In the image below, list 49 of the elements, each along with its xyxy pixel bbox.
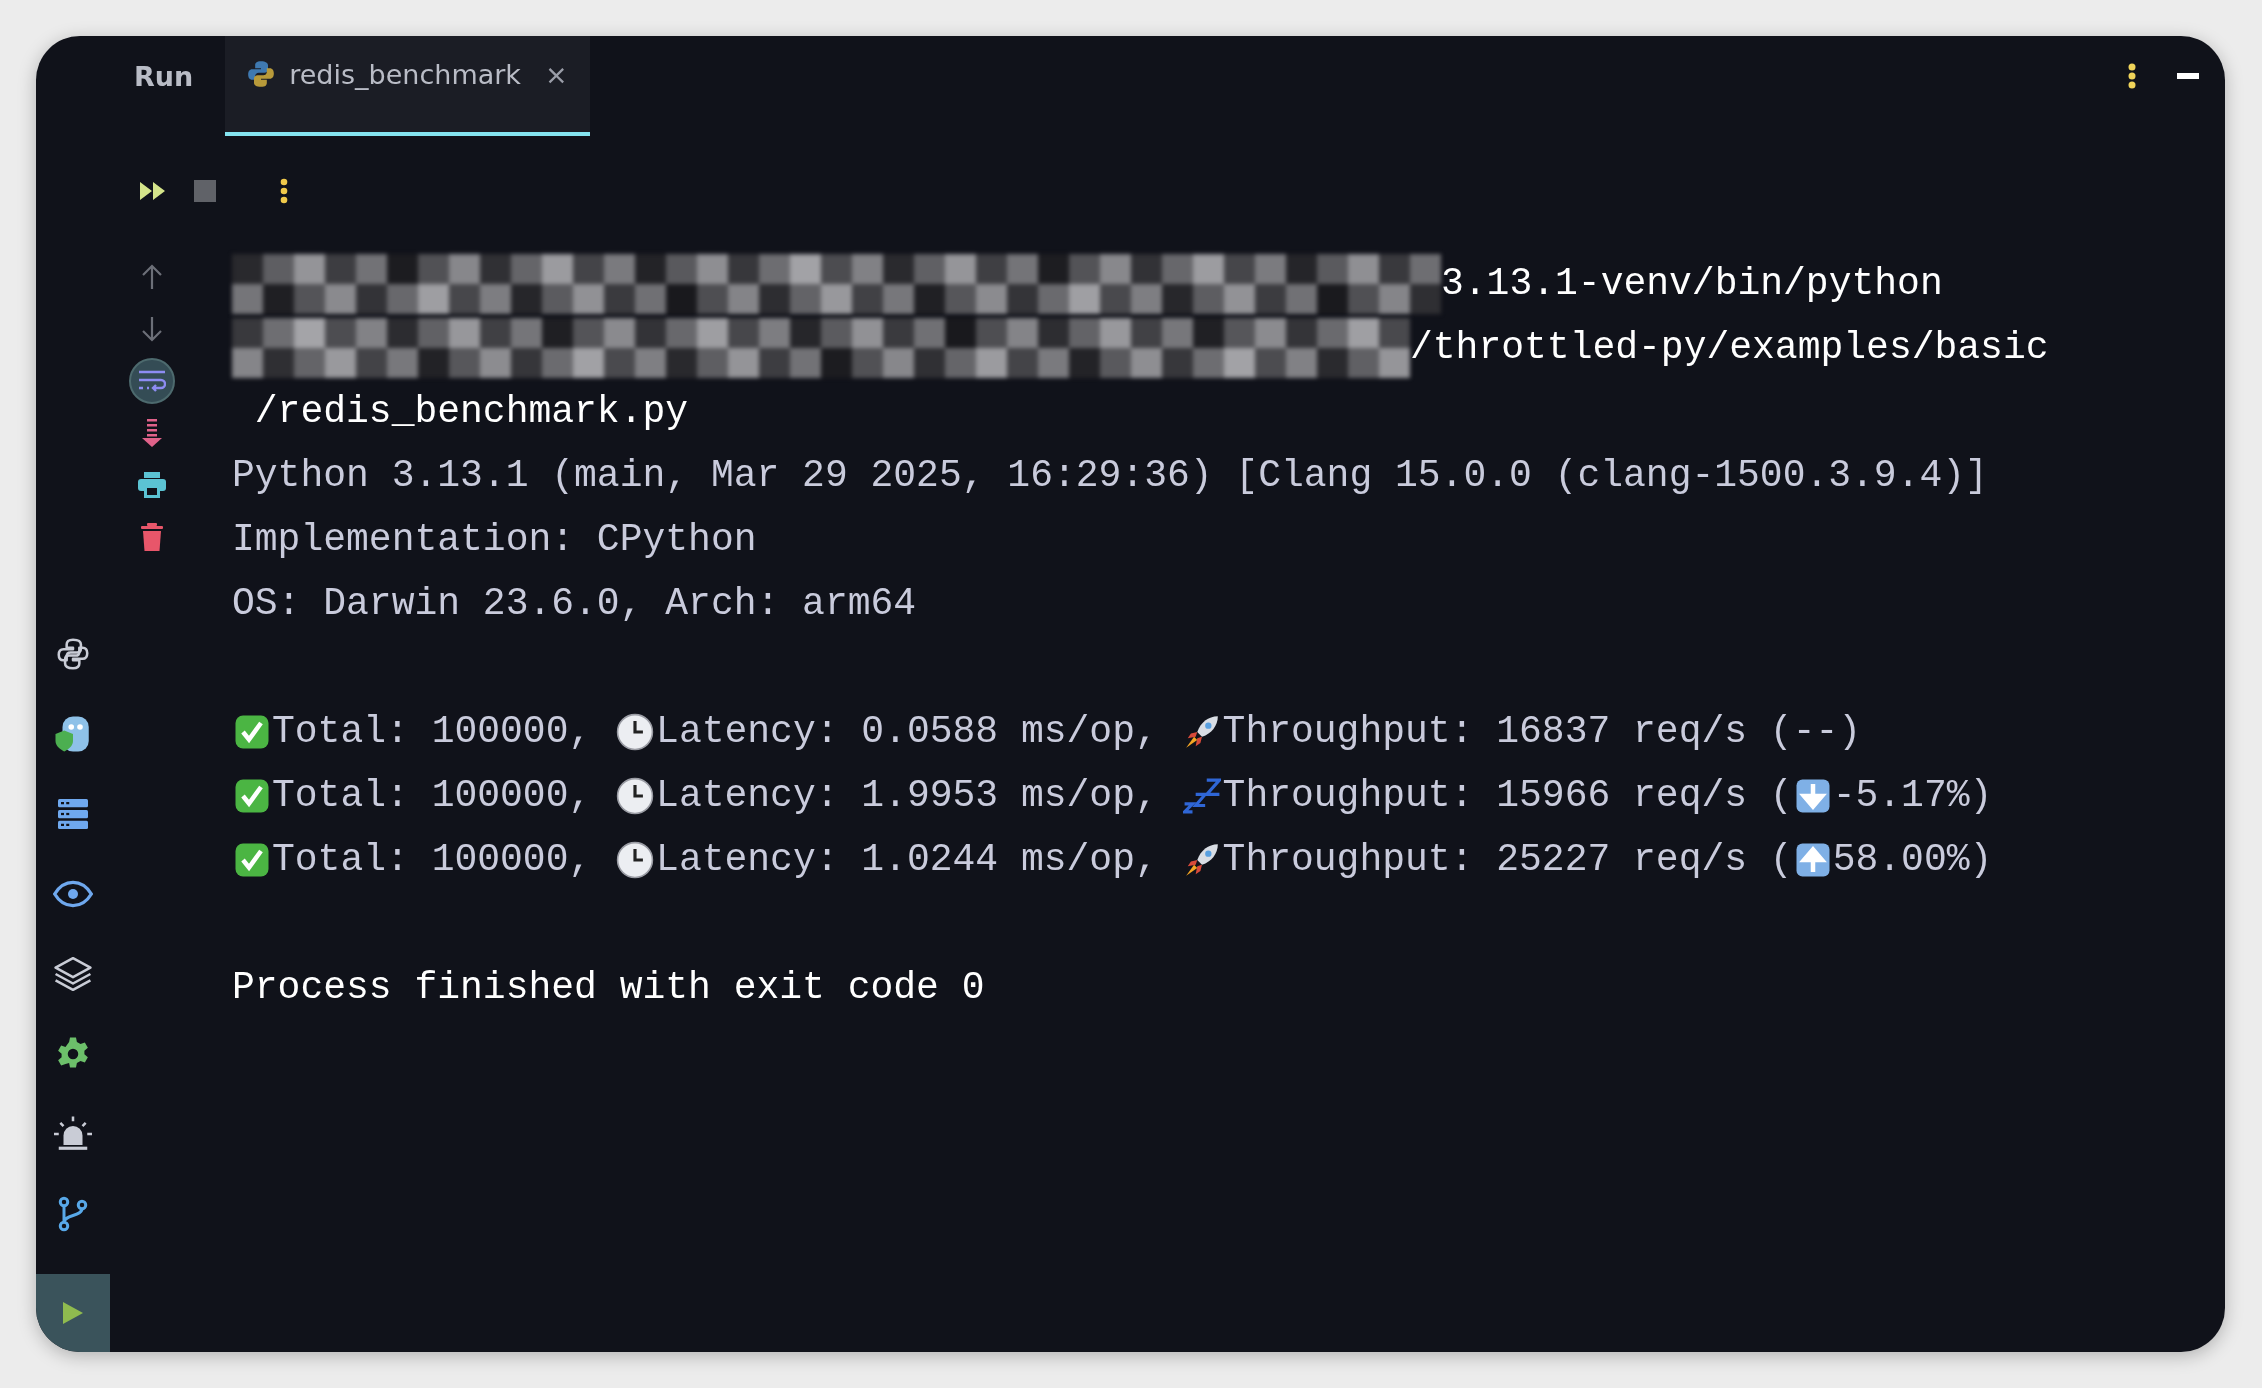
- change-text: --): [1792, 709, 1862, 755]
- total-text: Total: 100000,: [272, 709, 592, 755]
- throughput-text: Throughput: 15966 req/s (: [1222, 773, 1793, 819]
- more-options-icon[interactable]: [2127, 63, 2137, 89]
- print-icon[interactable]: [138, 472, 166, 498]
- exit-message: Process finished with exit code 0: [232, 965, 985, 1011]
- check-mark-icon: [234, 842, 270, 878]
- command-text: /redis_benchmark.py: [253, 389, 689, 435]
- server-list-icon: [55, 796, 91, 832]
- alarm-light-icon: [54, 1116, 92, 1152]
- check-mark-icon: [234, 714, 270, 750]
- rerun-icon[interactable]: [140, 182, 166, 200]
- arrow-down-icon: [1794, 778, 1831, 814]
- console-line: Implementation: CPython: [232, 517, 757, 563]
- change-text: -5.17%): [1832, 773, 1993, 819]
- toggle-on-button[interactable]: [129, 358, 175, 404]
- layers-icon: [54, 956, 92, 992]
- branch-icon: [57, 1196, 89, 1232]
- more-icon[interactable]: [280, 178, 288, 204]
- latency-text: Latency: 0.0588 ms/op,: [656, 709, 1158, 755]
- total-text: Total: 100000,: [272, 773, 592, 819]
- console-line: Python 3.13.1 (main, Mar 29 2025, 16:29:36) [Clang 15.0.0 (clang-1500.3.9.4)]: [232, 453, 1988, 499]
- clock-icon: [616, 841, 655, 879]
- latency-text: Latency: 1.0244 ms/op,: [656, 837, 1158, 883]
- total-text: Total: 100000,: [272, 837, 592, 883]
- eye-icon: [53, 880, 93, 908]
- run-icon: [62, 1301, 84, 1325]
- throughput-text: Throughput: 25227 req/s (: [1222, 837, 1793, 883]
- arrow-up-icon[interactable]: [140, 264, 164, 290]
- latency-text: Latency: 1.9953 ms/op,: [656, 773, 1158, 819]
- check-mark-icon: [234, 778, 270, 814]
- close-tab-button[interactable]: ×: [544, 58, 568, 90]
- scroll-to-end-icon[interactable]: [142, 419, 162, 447]
- selected-sidebar-button[interactable]: [36, 1274, 110, 1352]
- python-file-icon: [247, 60, 276, 88]
- clock-icon: [616, 777, 655, 815]
- sleep-icon: [1182, 777, 1221, 815]
- soft-wrap-icon: [138, 370, 166, 392]
- console-line: OS: Darwin 23.6.0, Arch: arm64: [232, 581, 917, 627]
- file-tab[interactable]: redis_benchmark ×: [225, 36, 590, 136]
- command-text: 3.13.1-venv/bin/python: [1441, 261, 1943, 307]
- change-text: 58.00%): [1832, 837, 1993, 883]
- tool-window-title: Run: [134, 60, 194, 94]
- clock-icon: [616, 713, 655, 751]
- trash-icon[interactable]: [141, 523, 163, 551]
- throughput-text: Throughput: 16837 req/s (: [1222, 709, 1793, 755]
- command-text: /throttled-py/examples/basic: [1410, 325, 2049, 371]
- arrow-up-icon: [1794, 842, 1831, 878]
- arrow-down-icon[interactable]: [140, 316, 164, 342]
